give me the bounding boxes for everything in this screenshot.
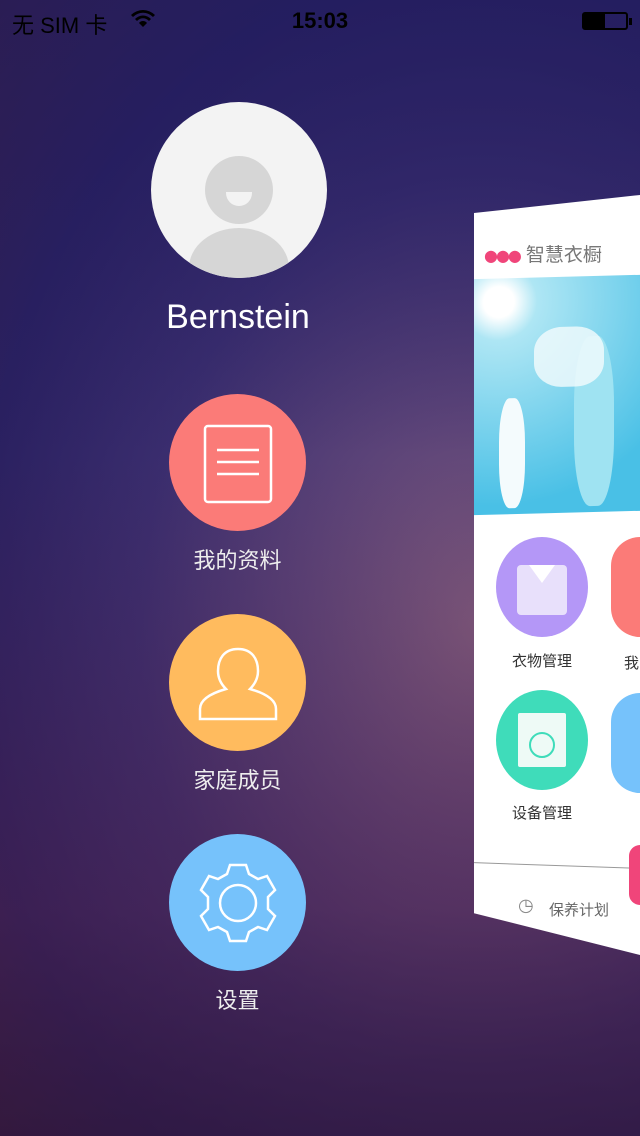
menu-item-settings[interactable]: 设置	[169, 834, 306, 1015]
grid-label: 设备管理	[512, 804, 573, 822]
menu-label: 我的资料	[193, 549, 282, 574]
avatar-head-icon	[205, 156, 273, 224]
battery-icon	[582, 12, 632, 30]
grid-label: 我	[624, 654, 640, 672]
more-dots-icon[interactable]: ●●●	[484, 246, 522, 265]
tab-maintenance-plan[interactable]: 保养计划	[549, 899, 609, 920]
shirt-icon[interactable]	[496, 537, 588, 637]
clock: 15:03	[291, 8, 349, 33]
notepad-icon[interactable]	[611, 537, 640, 637]
clock-icon: ◷	[518, 895, 534, 916]
divider	[474, 862, 638, 869]
menu-item-family[interactable]: 家庭成员	[169, 614, 306, 795]
gear-icon	[169, 834, 306, 971]
user-name: Bernstein	[166, 298, 310, 336]
app-header: ●●● 智慧衣橱	[484, 240, 602, 267]
washing-machine-icon[interactable]	[496, 690, 588, 790]
banner-image[interactable]	[474, 274, 640, 516]
center-tab-button[interactable]	[629, 845, 640, 905]
person-icon	[169, 614, 306, 751]
avatar[interactable]	[151, 102, 327, 278]
chat-icon[interactable]	[611, 693, 640, 793]
menu-label: 设置	[215, 989, 260, 1014]
main-app-preview-card[interactable]: ●●● 智慧衣橱 衣物管理 我 设备管理 ◷ 保养计划	[474, 195, 640, 955]
notepad-icon	[169, 394, 306, 531]
app-title: 智慧衣橱	[525, 244, 602, 266]
grid-label: 衣物管理	[512, 652, 573, 670]
status-bar: 无 SIM 卡 15:03	[0, 0, 640, 40]
menu-item-my-profile[interactable]: 我的资料	[169, 394, 306, 575]
menu-label: 家庭成员	[193, 769, 282, 794]
